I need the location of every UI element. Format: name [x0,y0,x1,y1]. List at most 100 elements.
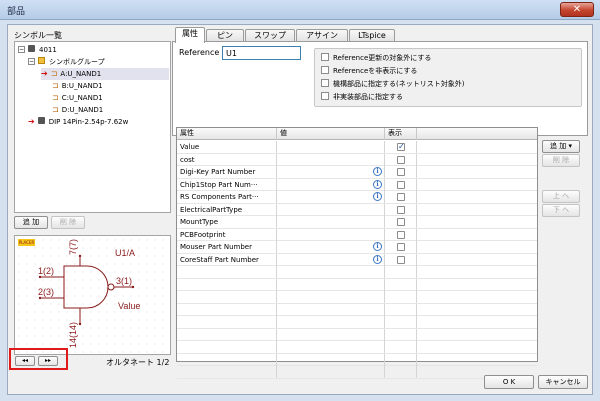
collapse-icon[interactable]: − [28,58,35,65]
alternate-label: オルタネート 1/2 [106,358,170,367]
attribute-show-cell [385,216,417,228]
table-row[interactable]: Chip1Stop Part Num··· i [177,178,537,191]
move-down-button[interactable]: 下 へ [542,204,580,217]
attribute-value-cell[interactable] [277,328,385,341]
attribute-value-cell[interactable]: i [277,253,385,266]
nand-gate-body [63,265,109,309]
column-header-attribute[interactable]: 属性 [177,128,277,140]
attribute-name-cell [177,353,277,366]
symbol-list-label: シンボル一覧 [14,31,62,40]
show-checkbox[interactable] [397,142,405,151]
attribute-grid[interactable]: 属性 値 表示 ValuecostDigi-Key Part NumberiCh… [176,127,538,379]
info-icon[interactable]: i [373,242,382,251]
attribute-value-cell[interactable] [277,278,385,291]
chip-icon [37,117,45,124]
folder-icon [38,57,45,64]
attribute-value-cell[interactable] [277,303,385,316]
table-row[interactable] [177,278,537,291]
table-row[interactable]: CoreStaff Part Number i [177,253,537,266]
symbol-delete-button[interactable]: 削 除 [51,216,85,229]
attribute-value-cell[interactable]: i [277,178,385,191]
table-row[interactable]: MountType [177,216,537,229]
symbol-tree[interactable]: −4011 − シンボルグループ ➔ ⊐ A:U_NAND1 ⊐ B:U_NAND1 ⊐… [14,41,171,213]
info-icon[interactable]: i [373,179,382,189]
tree-item-gate-c[interactable]: ⊐ C:U_NAND1 [52,92,103,104]
show-checkbox[interactable] [397,155,405,164]
show-checkbox[interactable] [397,243,405,251]
attribute-value-cell[interactable]: i [277,191,385,203]
tree-item-package[interactable]: ➔ DIP 14Pin-2.54p-7.62w [28,116,128,128]
table-row[interactable]: ElectricalPartType [177,203,537,216]
collapse-icon[interactable]: − [18,46,25,53]
attribute-name-cell: Chip1Stop Part Num··· [177,178,277,191]
attribute-value-cell[interactable] [277,366,385,378]
tree-item-4011[interactable]: −4011 [18,44,57,56]
attribute-show-cell [385,178,417,191]
show-checkbox[interactable] [397,205,405,214]
column-header-show[interactable]: 表示 [385,128,417,140]
table-row[interactable] [177,366,537,379]
attribute-delete-button[interactable]: 削 除 [542,154,580,167]
attribute-value-cell[interactable] [277,341,385,353]
attribute-name-cell [177,266,277,278]
info-icon[interactable]: i [373,192,382,201]
attribute-value-cell[interactable] [277,353,385,366]
show-checkbox[interactable] [397,168,405,176]
move-up-button[interactable]: 上 へ [542,190,580,203]
attribute-value-cell[interactable] [277,216,385,228]
tab-attributes[interactable]: 属性 [175,27,205,43]
tree-item-gate-b[interactable]: ⊐ B:U_NAND1 [52,80,103,92]
show-checkbox[interactable] [397,180,405,189]
table-row[interactable]: RS Components Part··· i [177,191,537,204]
table-row[interactable] [177,266,537,279]
attribute-add-button[interactable]: 追 加 ▾ [542,140,580,153]
show-checkbox[interactable] [397,230,405,239]
close-button[interactable]: ✕ [560,2,594,17]
option-mechanical-part[interactable]: 機構部品に指定する(ネットリスト対象外) [321,79,464,91]
show-checkbox[interactable] [397,218,405,226]
info-icon[interactable]: i [373,167,382,176]
show-checkbox[interactable] [397,193,405,201]
attribute-value-cell[interactable] [277,153,385,166]
table-row[interactable]: Value [177,141,537,154]
attribute-value-cell[interactable] [277,203,385,216]
table-row[interactable] [177,341,537,354]
attribute-value-cell[interactable] [277,266,385,278]
show-checkbox[interactable] [397,255,405,264]
info-icon[interactable]: i [373,254,382,264]
checkbox[interactable] [321,66,329,74]
attribute-value-cell[interactable] [277,228,385,241]
attribute-value-cell[interactable] [277,291,385,303]
checkbox[interactable] [321,53,329,61]
reference-input[interactable] [222,46,301,60]
table-row[interactable] [177,316,537,329]
table-row[interactable]: Digi-Key Part Number i [177,166,537,179]
attribute-value-cell[interactable] [277,316,385,328]
checkbox[interactable] [321,79,329,87]
pin-7-label: 7(7) [68,239,78,255]
tree-item-gate-a[interactable]: ➔ ⊐ A:U_NAND1 [41,68,169,80]
attribute-value-cell[interactable] [277,141,385,153]
ok-button[interactable]: O K [484,375,534,389]
column-header-value[interactable]: 値 [277,128,385,140]
table-row[interactable]: cost [177,153,537,166]
pin-14-label: 14(14) [68,322,78,348]
symbol-add-button[interactable]: 追 加 [14,216,48,229]
checkbox[interactable] [321,92,329,100]
option-not-mounted[interactable]: 非実装部品に指定する [321,92,403,104]
tree-item-gate-d[interactable]: ⊐ D:U_NAND1 [52,104,103,116]
chip-icon [28,45,35,52]
cancel-button[interactable]: キャンセル [538,375,588,389]
option-exclude-ref-update[interactable]: Reference更新の対象外にする [321,53,431,65]
table-row[interactable] [177,353,537,366]
option-hide-reference[interactable]: Referenceを非表示にする [321,66,417,78]
attribute-value-cell[interactable]: i [277,166,385,178]
attribute-show-cell [385,166,417,178]
table-row[interactable] [177,291,537,304]
table-row[interactable] [177,303,537,316]
table-row[interactable]: PCBFootprint [177,228,537,241]
table-row[interactable] [177,328,537,341]
tree-item-symbol-group[interactable]: − シンボルグループ [28,56,105,68]
attribute-value-cell[interactable]: i [277,241,385,253]
table-row[interactable]: Mouser Part Number i [177,241,537,254]
